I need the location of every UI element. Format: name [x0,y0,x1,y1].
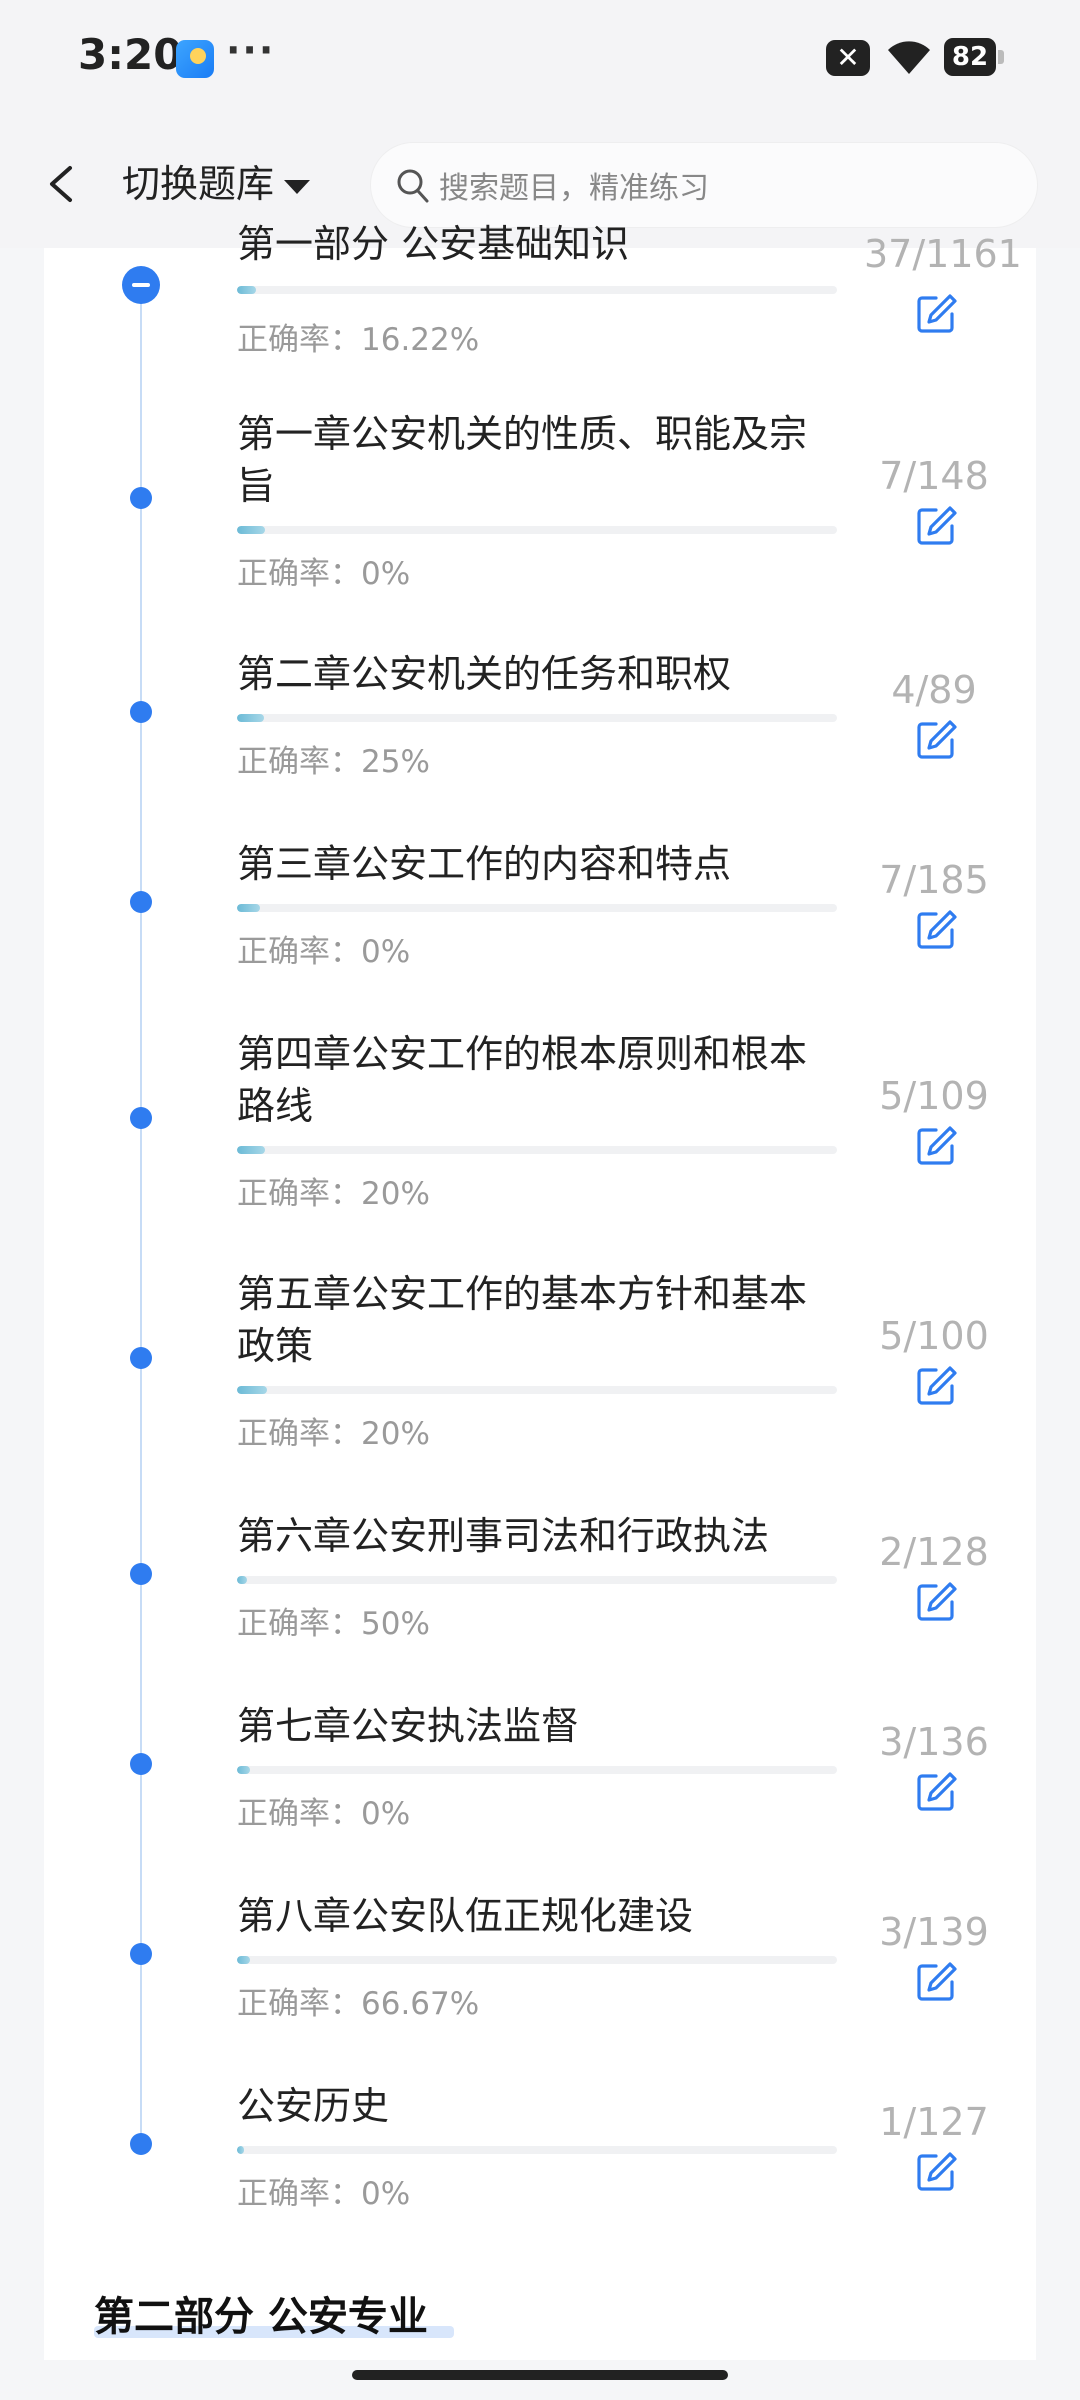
chapter-progress-fill [237,1386,267,1394]
chapter-progress-bar [237,714,837,722]
chapter-progress-fill [237,714,264,722]
chapter-count: 5/109 [879,1074,989,1118]
timeline-dot [130,891,152,913]
chapter-title: 第五章公安工作的基本方针和基本政策 [237,1272,808,1368]
more-notifications-icon: ··· [226,28,276,72]
chapter-count: 3/139 [879,1910,989,1954]
back-arrow-icon[interactable] [36,154,92,214]
part1-accuracy: 正确率：16.22% [237,322,480,358]
chapter-progress-fill [237,526,266,534]
chapter-accuracy: 正确率：0% [237,556,411,592]
edit-icon[interactable] [914,1580,958,1624]
search-placeholder: 搜索题目，精准练习 [439,171,709,206]
chapter-progress-fill [237,1576,247,1584]
status-bar: 3:20 ··· ✕ 82 [0,0,1080,120]
part1-progress-bar [237,286,837,294]
part1-count: 37/1161 [864,232,1022,276]
chapter-list-card: 第一部分 公安基础知识 正确率：16.22% 37/1161 第一章公安机关的性… [44,222,1036,2360]
edit-icon[interactable] [914,292,958,336]
chapter-count: 1/127 [879,2100,989,2144]
chapter-accuracy: 正确率：20% [237,1176,430,1212]
chapter-title: 第七章公安执法监督 [237,1704,580,1748]
edit-icon[interactable] [914,2150,958,2194]
edit-icon[interactable] [914,1364,958,1408]
edit-icon[interactable] [914,1770,958,1814]
search-input[interactable]: 搜索题目，精准练习 [370,142,1038,228]
chapter-title: 公安历史 [237,2084,390,2128]
status-time: 3:20 [78,30,183,79]
chapter-count: 5/100 [879,1314,989,1358]
chapter-title: 第二章公安机关的任务和职权 [237,652,732,696]
chapter-count: 7/185 [879,858,989,902]
part1-progress-fill [237,286,257,294]
battery-icon: 82 [944,38,1004,76]
chapter-progress-fill [237,2146,245,2154]
timeline-dot [130,2133,152,2155]
chapter-accuracy: 正确率：25% [237,744,430,780]
timeline-dot [130,1563,152,1585]
edit-icon[interactable] [914,718,958,762]
chapter-title: 第六章公安刑事司法和行政执法 [237,1514,770,1558]
chapter-accuracy: 正确率：66.67% [237,1986,480,2022]
timeline-dot [130,1347,152,1369]
chapter-progress-fill [237,904,260,912]
chapter-progress-fill [237,1956,251,1964]
chapter-title: 第八章公安队伍正规化建设 [237,1894,694,1938]
chapter-progress-bar [237,904,837,912]
edit-icon[interactable] [914,1124,958,1168]
timeline-dot [130,1753,152,1775]
chapter-progress-bar [237,1576,837,1584]
switch-question-bank-button[interactable]: 切换题库 [122,156,311,212]
timeline-line [140,284,142,2154]
chapter-accuracy: 正确率：0% [237,934,411,970]
chapter-progress-bar [237,1386,837,1394]
search-icon [397,169,429,203]
chapter-progress-fill [237,1146,265,1154]
chapter-title: 第一章公安机关的性质、职能及宗旨 [237,412,808,508]
chapter-count: 4/89 [891,668,977,712]
chapter-title: 第四章公安工作的根本原则和根本路线 [237,1032,808,1128]
chapter-accuracy: 正确率：0% [237,2176,411,2212]
edit-icon[interactable] [914,504,958,548]
caret-down-icon [284,179,311,194]
collapse-icon[interactable] [122,266,160,304]
chapter-progress-bar [237,2146,837,2154]
timeline-dot [130,701,152,723]
timeline-dot [130,1943,152,1965]
chapter-progress-fill [237,1766,251,1774]
weather-app-icon [176,40,214,78]
timeline-dot [130,1107,152,1129]
chapter-accuracy: 正确率：20% [237,1416,430,1452]
chapter-progress-bar [237,1766,837,1774]
chapter-accuracy: 正确率：0% [237,1796,411,1832]
chapter-count: 3/136 [879,1720,989,1764]
edit-icon[interactable] [914,908,958,952]
switch-question-bank-label: 切换题库 [122,162,275,206]
timeline-dot [130,487,152,509]
close-notification-icon: ✕ [826,40,870,76]
part1-title: 第一部分 公安基础知识 [237,222,630,266]
wifi-icon [888,41,930,74]
home-indicator[interactable] [352,2370,728,2380]
chapter-count: 2/128 [879,1530,989,1574]
chapter-progress-bar [237,1956,837,1964]
edit-icon[interactable] [914,1960,958,2004]
chapter-progress-bar [237,1146,837,1154]
chapter-accuracy: 正确率：50% [237,1606,430,1642]
part2-title[interactable]: 第二部分 公安专业 [94,2284,428,2342]
chapter-title: 第三章公安工作的内容和特点 [237,842,732,886]
chapter-progress-bar [237,526,837,534]
chapter-count: 7/148 [879,454,989,498]
